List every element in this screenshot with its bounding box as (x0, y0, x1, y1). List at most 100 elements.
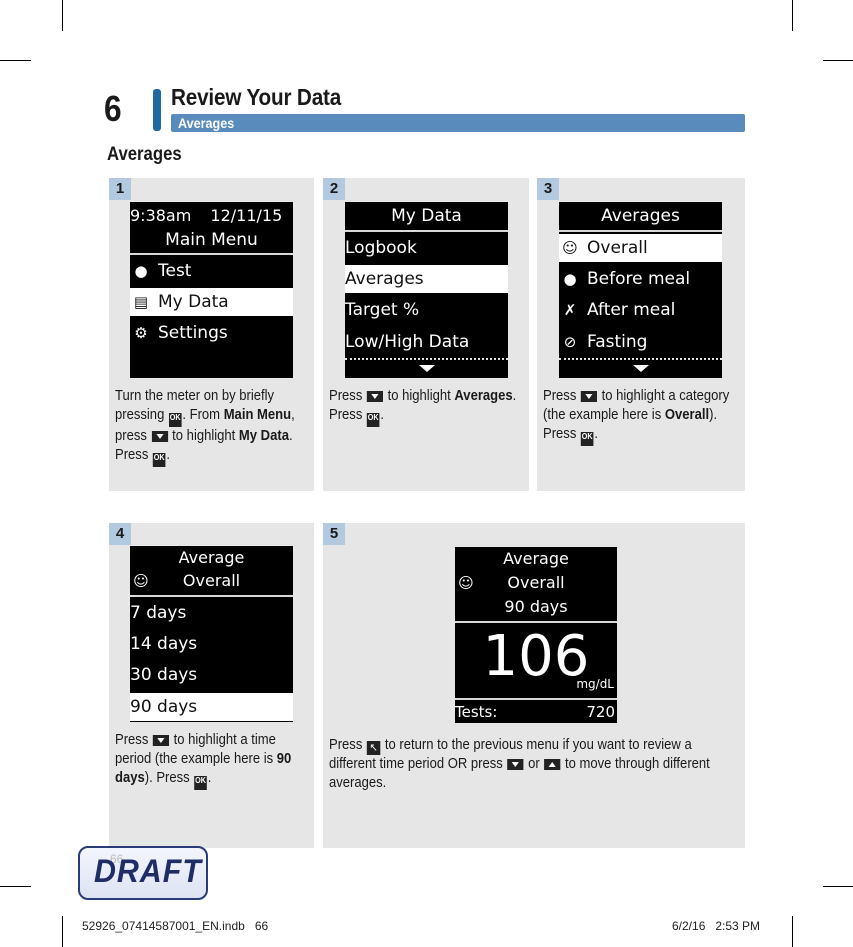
crop-mark (792, 0, 793, 31)
step-description: Press to highlight Averages. Press OK. (329, 387, 525, 427)
screen-separator (130, 253, 293, 255)
footer-datetime: 6/2/16 2:53 PM (672, 919, 761, 933)
screen-title-line-1: Average (178, 548, 245, 567)
screen-title: My Data (391, 206, 462, 226)
tests-label: Tests: (455, 703, 498, 721)
apple-icon: ● (563, 270, 577, 288)
up-arrow-key-icon (544, 759, 561, 770)
step-description: Press to highlight a time period (the ex… (115, 731, 309, 790)
meter-screen: Averages ☺ Overall ● Before meal ✗ After me… (559, 202, 722, 378)
apple-core-icon: ✗ (563, 301, 577, 319)
menu-item-my-data: ▤ My Data (130, 288, 293, 316)
period-item-14-days: 14 days (130, 634, 198, 654)
step-4-panel: 4 Average Overall ☺ 7 days 14 days 30 da… (109, 523, 314, 848)
ok-key-icon: OK (580, 432, 594, 446)
menu-item-overall: ☺ Overall (559, 234, 722, 262)
menu-item-label: My Data (158, 292, 229, 312)
down-arrow-key-icon (151, 431, 168, 442)
step-badge: 3 (537, 178, 559, 200)
screen-title-line-2: Overall (182, 571, 241, 590)
tests-value: 720 (586, 703, 615, 721)
step-1-panel: 1 9:38am 12/11/15 Main Menu ● Test ▤ My Da… (109, 178, 314, 491)
draft-stamp: 66 DRAFT (78, 846, 208, 900)
overall-icon: ☺ (562, 239, 578, 257)
crop-mark (0, 886, 31, 887)
menu-item-settings: ⚙ Settings (130, 319, 293, 347)
step-5-panel: 5 Average Overall 90 days ☺ 106 mg/dL Te… (323, 523, 745, 848)
down-arrow-key-icon (507, 759, 524, 770)
screen-date: 12/11/15 (210, 206, 283, 225)
ok-key-icon: OK (168, 413, 182, 427)
page-title: Review Your Data (171, 84, 342, 110)
menu-item-averages: Averages (345, 265, 508, 293)
overall-icon: ☺ (458, 574, 474, 592)
period-item-90-days: 90 days (130, 693, 293, 721)
meter-screen: Average Overall ☺ 7 days 14 days 30 days… (130, 546, 293, 722)
scroll-down-icon (418, 365, 435, 372)
ok-key-icon: OK (152, 453, 166, 467)
section-heading: Averages (107, 144, 182, 165)
footer-file-info: 52926_07414587001_EN.indb 66 (82, 919, 269, 933)
menu-item-after-meal: ✗ After meal (559, 296, 722, 324)
scroll-down-icon (632, 365, 649, 372)
back-key-icon: ↖ (366, 741, 381, 755)
menu-item-fasting: ⊘ Fasting (559, 328, 722, 356)
crop-mark (62, 0, 63, 31)
menu-item-label: Test (158, 261, 192, 281)
overall-icon: ☺ (133, 572, 149, 590)
screen-dotted-divider (345, 358, 508, 360)
page-subtitle: Averages (178, 115, 235, 131)
step-3-panel: 3 Averages ☺ Overall ● Before meal ✗ After … (537, 178, 745, 491)
screen-title: Main Menu (165, 230, 258, 250)
screen-separator (559, 230, 722, 232)
screen-title-line-2: Overall (507, 573, 565, 592)
chapter-bar (153, 89, 161, 131)
crop-mark (62, 916, 63, 947)
down-arrow-key-icon (152, 735, 170, 746)
step-2-panel: 2 My Data Logbook Averages Target % Low/… (323, 178, 529, 491)
menu-item-low-high-data: Low/High Data (345, 332, 470, 352)
crop-mark (0, 60, 31, 61)
subtitle-bar: Averages (171, 114, 745, 132)
menu-item-test: ● Test (130, 257, 293, 285)
screen-title-line-1: Average (503, 549, 569, 568)
tests-row: Tests: 720 (455, 700, 617, 723)
gear-icon: ⚙ (134, 324, 148, 342)
meter-screen: 9:38am 12/11/15 Main Menu ● Test ▤ My Data… (130, 202, 293, 378)
step-badge: 2 (323, 178, 345, 200)
screen-title: Averages (601, 206, 680, 226)
period-item-7-days: 7 days (130, 603, 187, 623)
screen-separator (455, 621, 617, 623)
step-badge: 1 (109, 178, 131, 200)
step-description: Press to highlight a category (the examp… (543, 387, 741, 446)
menu-item-label: Settings (158, 323, 228, 343)
step-badge: 5 (323, 523, 345, 545)
my-data-icon: ▤ (133, 293, 149, 311)
screen-separator (345, 230, 508, 232)
crop-mark (823, 60, 853, 61)
chapter-number: 6 (104, 88, 122, 129)
meter-screen: My Data Logbook Averages Target % Low/Hi… (345, 202, 508, 378)
step-description: Turn the meter on by briefly pressing OK… (115, 387, 309, 467)
no-meal-icon: ⊘ (563, 333, 577, 351)
meter-screen: Average Overall 90 days ☺ 106 mg/dL Test… (455, 547, 617, 723)
crop-mark (792, 916, 793, 947)
menu-item-logbook: Logbook (345, 238, 417, 258)
ok-key-icon: OK (366, 413, 380, 427)
screen-separator (130, 595, 293, 597)
screen-title-line-3: 90 days (504, 597, 568, 616)
step-badge: 4 (109, 523, 131, 545)
drop-icon: ● (134, 262, 148, 280)
down-arrow-key-icon (580, 391, 598, 402)
screen-dotted-divider (559, 358, 722, 360)
menu-item-before-meal: ● Before meal (559, 265, 722, 293)
crop-mark (823, 886, 853, 887)
average-unit: mg/dL (576, 677, 614, 691)
ok-key-icon: OK (194, 776, 207, 790)
down-arrow-key-icon (366, 391, 384, 402)
step-description: Press ↖ to return to the previous menu i… (329, 737, 710, 791)
draft-label: DRAFT (94, 853, 202, 889)
menu-item-target: Target % (345, 300, 420, 320)
screen-time: 9:38am (130, 206, 192, 225)
period-item-30-days: 30 days (130, 665, 198, 685)
